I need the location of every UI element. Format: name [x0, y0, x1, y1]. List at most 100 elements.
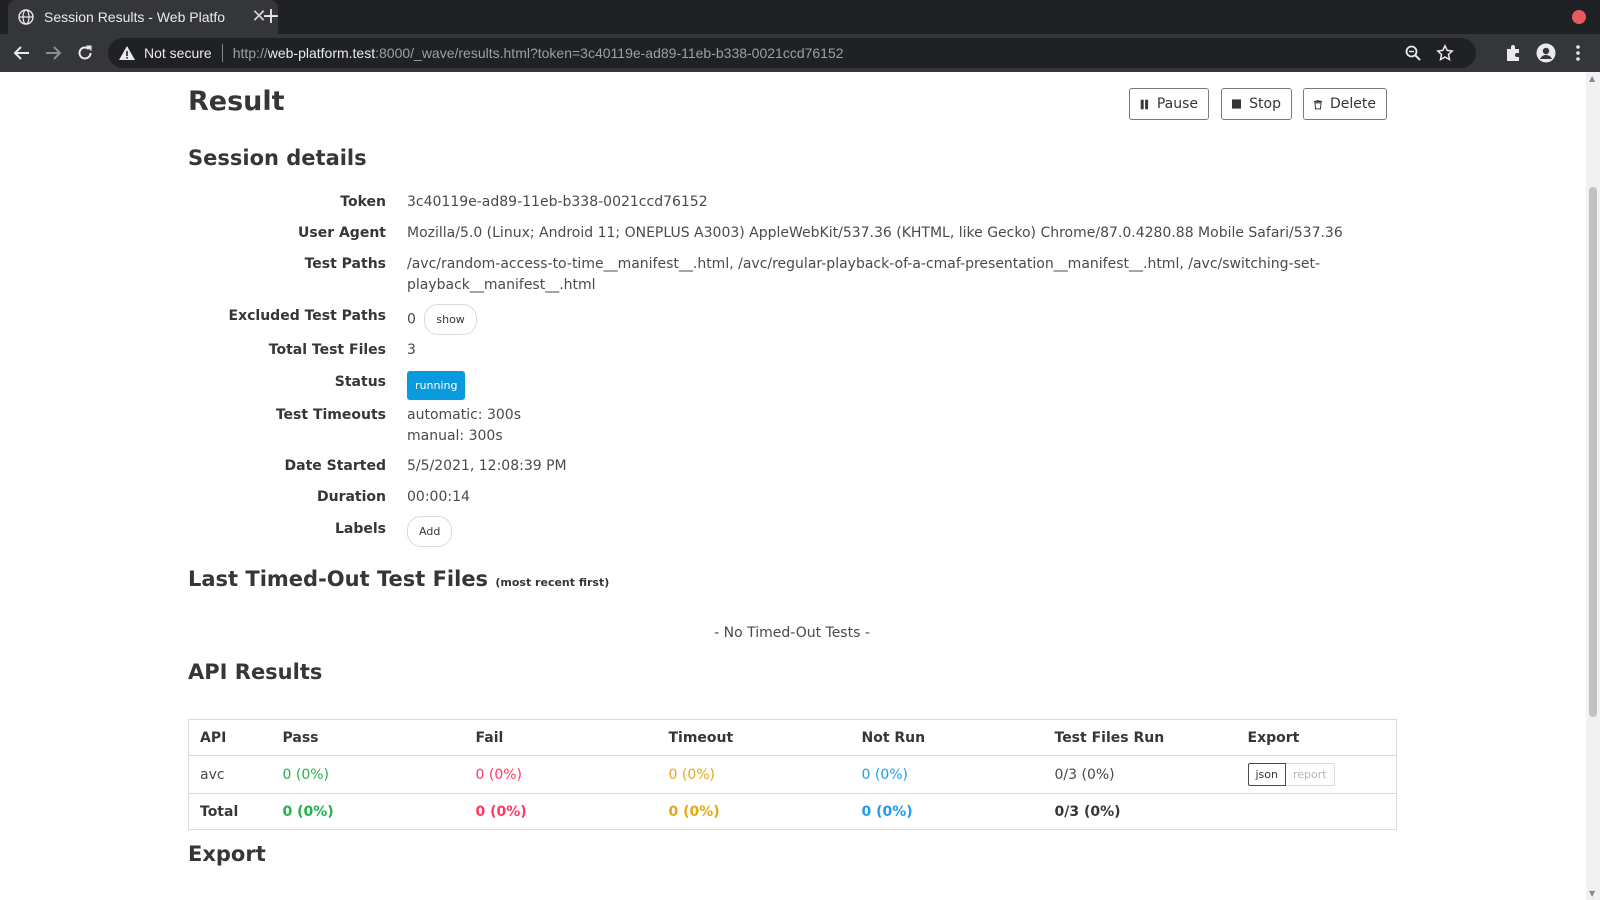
excluded-count: 0 [407, 311, 416, 328]
star-bookmark-icon[interactable] [1436, 44, 1454, 62]
url-path: :8000/_wave/results.html?token=3c40119e-… [375, 45, 844, 61]
arrow-right-icon [46, 46, 62, 60]
total-fail-cell: 0 (0%) [475, 803, 527, 820]
url-text[interactable]: http://web-platform.test:8000/_wave/resu… [233, 45, 844, 61]
date-started-label: Date Started [284, 458, 386, 474]
test-timeouts-value: automatic: 300s manual: 300s [407, 405, 521, 447]
back-button[interactable] [9, 40, 35, 66]
total-pass-cell: 0 (0%) [282, 803, 334, 820]
total-files-value: 3 [407, 342, 416, 358]
total-row: Total 0 (0%) 0 (0%) 0 (0%) 0 (0%) 0/3 (0… [189, 794, 1397, 830]
timeout-manual: manual: 300s [407, 428, 503, 444]
warning-icon [119, 46, 135, 60]
timeout-automatic: automatic: 300s [407, 407, 521, 423]
browser-toolbar: Not secure http://web-platform.test:8000… [0, 34, 1600, 72]
test-paths-label: Test Paths [304, 256, 386, 272]
new-tab-button[interactable]: + [258, 4, 284, 30]
omnibox-divider [221, 44, 223, 62]
api-results-heading: API Results [188, 660, 323, 684]
tab-title: Session Results - Web Platfo [44, 9, 226, 25]
labels-value: Add [407, 516, 453, 547]
delete-label: Delete [1330, 96, 1376, 112]
timed-out-title: Last Timed-Out Test Files [188, 567, 489, 591]
scroll-up-arrow-icon[interactable]: ▲ [1589, 74, 1595, 83]
column-header-timeout: Timeout [657, 719, 851, 756]
date-started-value: 5/5/2021, 12:08:39 PM [407, 458, 567, 474]
token-value: 3c40119e-ad89-11eb-b338-0021ccd76152 [407, 194, 708, 210]
total-export-cell [1237, 794, 1397, 830]
excluded-paths-label: Excluded Test Paths [228, 308, 386, 324]
api-results-table: API Pass Fail Timeout Not Run Test Files… [188, 719, 1397, 830]
test-paths-line: /avc/random-access-to-time__manifest__.h… [407, 256, 1321, 272]
session-details-heading: Session details [188, 146, 367, 170]
pause-button[interactable]: Pause [1129, 88, 1209, 120]
column-header-files-run: Test Files Run [1043, 719, 1237, 756]
status-badge: running [407, 371, 466, 400]
timed-out-note: (most recent first) [495, 576, 610, 589]
total-files-run-cell: 0/3 (0%) [1054, 803, 1121, 820]
arrow-left-icon [13, 46, 29, 60]
total-not-run-cell: 0 (0%) [861, 803, 913, 820]
security-status[interactable]: Not secure [144, 45, 212, 61]
add-label-button[interactable]: Add [407, 516, 453, 547]
timed-out-heading: Last Timed-Out Test Files (most recent f… [188, 567, 609, 591]
page-scrollbar[interactable]: ▲ ▼ [1586, 72, 1600, 900]
excluded-paths-value: 0 show [407, 304, 477, 335]
zoom-icon[interactable] [1404, 44, 1422, 62]
column-header-api: API [188, 719, 272, 756]
reload-button[interactable] [72, 40, 98, 66]
status-label: Status [334, 374, 386, 390]
page-title: Result [188, 86, 285, 117]
browser-tab[interactable]: Session Results - Web Platfo ✕ [8, 0, 278, 34]
recording-indicator-icon [1572, 10, 1586, 24]
export-cell: json report [1236, 755, 1397, 794]
globe-icon [18, 9, 34, 25]
url-host: web-platform.test [267, 45, 376, 61]
more-menu-icon[interactable] [1568, 43, 1588, 63]
scrollbar-thumb[interactable] [1589, 187, 1597, 717]
delete-button[interactable]: Delete [1303, 88, 1387, 120]
pause-label: Pause [1156, 96, 1198, 112]
not-run-cell: 0 (0%) [850, 755, 1044, 794]
url-scheme: http:// [232, 45, 268, 61]
duration-value: 00:00:14 [407, 489, 470, 505]
table-row: avc 0 (0%) 0 (0%) 0 (0%) 0 (0%) 0/3 (0%)… [188, 755, 1397, 794]
timeout-cell: 0 (0%) [657, 755, 851, 794]
files-run-cell: 0/3 (0%) [1043, 755, 1237, 794]
forward-button[interactable] [40, 40, 66, 66]
table-header-row: API Pass Fail Timeout Not Run Test Files… [188, 719, 1397, 756]
total-label-cell: Total [200, 803, 239, 820]
export-heading: Export [188, 842, 266, 866]
column-header-pass: Pass [271, 719, 465, 756]
api-name-cell: avc [188, 755, 272, 794]
address-bar[interactable]: Not secure http://web-platform.test:8000… [108, 38, 1476, 68]
browser-tabstrip: Session Results - Web Platfo ✕ + [0, 0, 1600, 34]
status-value: running [407, 371, 466, 400]
token-label: Token [340, 194, 386, 210]
export-button-group: json report [1247, 763, 1335, 786]
test-paths-line: playback__manifest__.html [407, 277, 596, 293]
scroll-down-arrow-icon[interactable]: ▼ [1589, 889, 1595, 898]
show-excluded-button[interactable]: show [424, 304, 477, 335]
stop-label: Stop [1249, 96, 1281, 112]
export-report-button[interactable]: report [1286, 763, 1335, 786]
column-header-not-run: Not Run [850, 719, 1044, 756]
labels-label: Labels [334, 521, 386, 537]
total-timeout-cell: 0 (0%) [668, 803, 720, 820]
profile-avatar-icon[interactable] [1536, 43, 1556, 63]
duration-label: Duration [316, 489, 386, 505]
reload-icon [78, 45, 92, 60]
column-header-export: Export [1236, 719, 1397, 756]
user-agent-label: User Agent [298, 225, 386, 241]
stop-icon [1232, 99, 1242, 109]
no-timed-out-message: - No Timed-Out Tests - [714, 625, 870, 641]
export-json-button[interactable]: json [1247, 763, 1286, 786]
test-timeouts-label: Test Timeouts [275, 407, 386, 423]
pass-cell: 0 (0%) [271, 755, 465, 794]
extensions-puzzle-icon[interactable] [1504, 43, 1524, 63]
user-agent-value: Mozilla/5.0 (Linux; Android 11; ONEPLUS … [407, 225, 1343, 241]
trash-icon [1314, 99, 1322, 109]
column-header-fail: Fail [464, 719, 658, 756]
stop-button[interactable]: Stop [1221, 88, 1292, 120]
fail-cell: 0 (0%) [464, 755, 658, 794]
